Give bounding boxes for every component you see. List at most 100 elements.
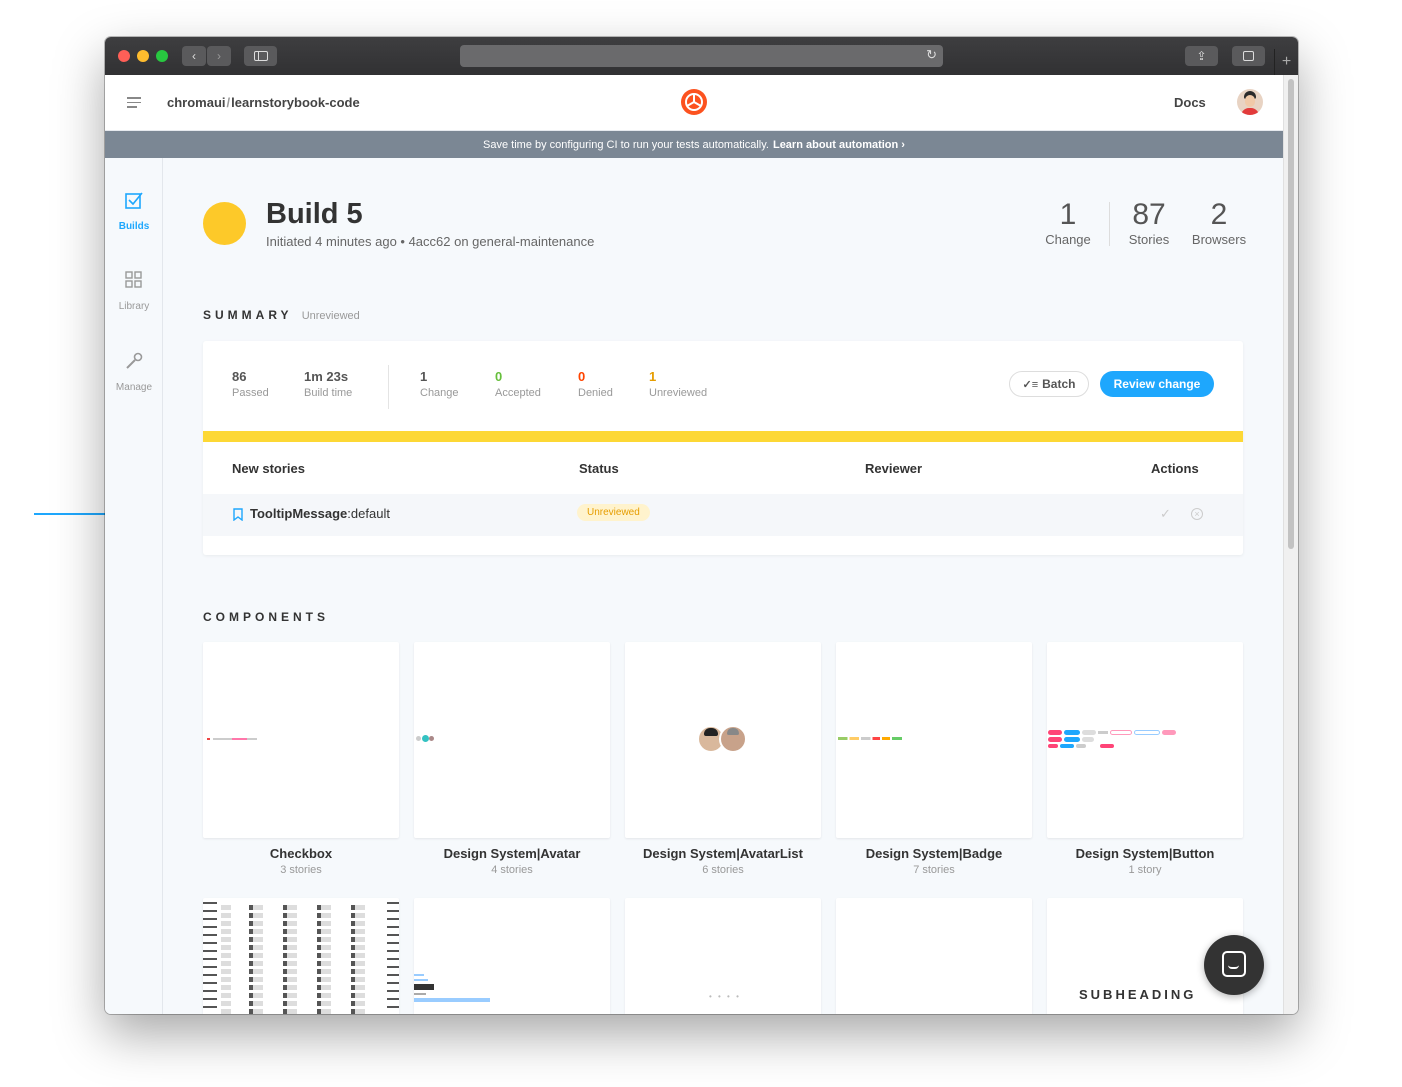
component-thumbnail-icons[interactable]: [203, 898, 399, 1014]
stat-label: Stories: [1128, 232, 1170, 247]
sidebar-item-label: Manage: [115, 382, 153, 393]
column-header-new-stories[interactable]: New stories: [232, 461, 305, 476]
chat-icon: [1222, 951, 1246, 977]
sidebar-item-label: Builds: [118, 221, 150, 232]
summary-heading: SUMMARY Unreviewed: [203, 308, 360, 322]
share-icon: ⇪: [1196, 49, 1207, 63]
component-thumbnail-blank[interactable]: [836, 898, 1032, 1014]
component-story-count: 3 stories: [280, 864, 322, 876]
browser-titlebar: ‹ › ↻ ⇪ +: [105, 37, 1298, 75]
column-header-status[interactable]: Status: [579, 461, 619, 476]
table-row[interactable]: TooltipMessage:default Unreviewed ✓ ×: [203, 494, 1243, 536]
sidebar-toggle-button[interactable]: [244, 46, 277, 66]
component-thumbnail-checkbox[interactable]: [203, 642, 399, 838]
avatar[interactable]: [1237, 89, 1263, 115]
minimize-window-button[interactable]: [137, 50, 149, 62]
component-thumbnail-form[interactable]: [414, 898, 610, 1014]
metric-change: 1 Change: [420, 369, 459, 399]
review-label: Review change: [1113, 377, 1201, 391]
address-bar[interactable]: ↻: [460, 45, 943, 67]
repo-owner[interactable]: chromaui: [167, 95, 226, 110]
component-thumbnail-button[interactable]: [1047, 642, 1243, 838]
status-badge: Unreviewed: [577, 504, 650, 521]
unreviewed-progress-bar: [203, 431, 1243, 442]
banner-link[interactable]: Learn about automation ›: [773, 139, 905, 151]
zoom-window-button[interactable]: [156, 50, 168, 62]
sidebar-item-manage[interactable]: Manage: [105, 351, 163, 393]
menu-icon[interactable]: [127, 97, 141, 108]
metric-value: 1: [420, 369, 428, 384]
component-thumbnail-badge[interactable]: [836, 642, 1032, 838]
column-header-actions: Actions: [1151, 461, 1199, 476]
metric-value: 1: [649, 369, 657, 384]
component-title[interactable]: Design System|Avatar: [414, 846, 610, 861]
component-title[interactable]: Design System|Button: [1047, 846, 1243, 861]
build-status-indicator: [203, 202, 246, 245]
metric-value: 0: [578, 369, 586, 384]
column-header-reviewer[interactable]: Reviewer: [865, 461, 922, 476]
metric-label: Passed: [232, 387, 269, 399]
component-title[interactable]: Checkbox: [203, 846, 399, 861]
build-stat-stories: 87 Stories: [1115, 198, 1183, 247]
chromatic-logo[interactable]: [681, 89, 707, 115]
tabs-button[interactable]: [1232, 46, 1265, 66]
build-stat-browsers: 2 Browsers: [1183, 198, 1255, 247]
batch-button[interactable]: ✓≡ Batch: [1009, 371, 1089, 397]
component-thumbnail-avatarlist[interactable]: [625, 642, 821, 838]
banner-text: Save time by configuring CI to run your …: [483, 138, 769, 151]
metric-value: 1m 23s: [304, 369, 349, 384]
build-stat-changes: 1 Change: [1033, 198, 1103, 247]
summary-card: 86 Passed 1m 23s Build time 1 Change 0 A…: [203, 341, 1243, 555]
page-scrollbar[interactable]: [1283, 75, 1298, 1014]
metric-label: Build time: [304, 387, 353, 399]
scrollbar-thumb[interactable]: [1288, 79, 1294, 549]
app-header: chromaui/learnstorybook-code Docs: [105, 75, 1283, 131]
automation-banner: Save time by configuring CI to run your …: [105, 131, 1283, 158]
accept-icon[interactable]: ✓: [1160, 506, 1171, 522]
metric-value: 0: [495, 369, 503, 384]
wrench-icon: [105, 351, 163, 376]
browser-window: ‹ › ↻ ⇪ + chromaui/learnstorybook-code D…: [105, 37, 1298, 1014]
components-heading: COMPONENTS: [203, 610, 330, 624]
stat-value: 1: [1059, 198, 1077, 231]
repo-project[interactable]: learnstorybook-code: [231, 95, 360, 110]
repo-breadcrumb[interactable]: chromaui/learnstorybook-code: [167, 95, 360, 110]
section-title: SUMMARY: [203, 308, 293, 322]
share-button[interactable]: ⇪: [1185, 46, 1218, 66]
metric-value: 86: [232, 369, 247, 384]
back-button[interactable]: ‹: [182, 46, 206, 66]
loader-preview: • • • •: [709, 992, 741, 1001]
new-tab-button[interactable]: +: [1274, 49, 1298, 75]
stat-value: 2: [1210, 198, 1228, 231]
metric-label: Unreviewed: [649, 387, 708, 399]
review-change-button[interactable]: Review change: [1100, 371, 1214, 397]
chat-launcher-button[interactable]: [1204, 935, 1264, 995]
tabs-icon: [1243, 51, 1254, 61]
sidebar-item-library[interactable]: Library: [105, 270, 163, 312]
docs-link[interactable]: Docs: [1174, 95, 1206, 110]
sidebar-item-label: Library: [118, 301, 150, 312]
grid-icon: [105, 270, 163, 295]
component-thumbnail-avatar[interactable]: [414, 642, 610, 838]
checkbox-preview: [207, 738, 257, 740]
stat-label: Change: [1045, 232, 1091, 247]
component-thumbnail-loader[interactable]: • • • •: [625, 898, 821, 1014]
breadcrumb-separator: /: [226, 95, 231, 110]
story-name[interactable]: TooltipMessage:default: [250, 506, 390, 521]
component-title[interactable]: Design System|Badge: [836, 846, 1032, 861]
forward-button[interactable]: ›: [207, 46, 231, 66]
component-title[interactable]: Design System|AvatarList: [625, 846, 821, 861]
sidebar-item-builds[interactable]: Builds: [105, 190, 163, 232]
reload-icon[interactable]: ↻: [926, 47, 937, 63]
summary-status: Unreviewed: [301, 310, 360, 322]
close-window-button[interactable]: [118, 50, 130, 62]
component-story-count: 4 stories: [491, 864, 533, 876]
deny-icon[interactable]: ×: [1191, 508, 1203, 520]
bookmark-icon: [233, 508, 243, 526]
story-component: TooltipMessage: [250, 506, 348, 521]
stat-divider: [1109, 202, 1110, 246]
build-title: Build 5: [266, 198, 363, 230]
avatar-preview: [416, 735, 434, 742]
button-preview: [1048, 730, 1176, 750]
component-story-count: 6 stories: [702, 864, 744, 876]
